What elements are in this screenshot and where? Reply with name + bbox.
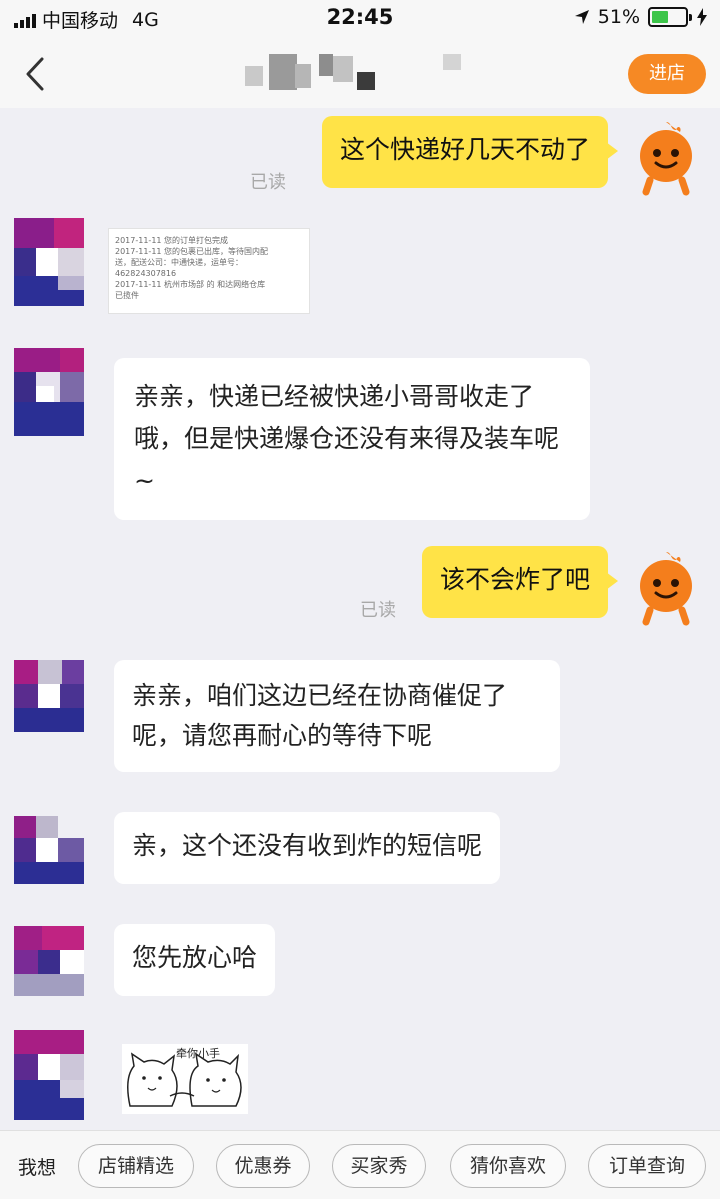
status-right: 51% [574,6,708,28]
battery-fill [652,11,668,23]
back-arrow-icon[interactable] [20,56,52,92]
chip-order-query[interactable]: 订单查询 [588,1144,706,1188]
location-arrow-icon [574,10,589,24]
logistics-line: 2017-11-11 您的订单打包完成 [115,236,229,245]
user-avatar[interactable] [626,116,706,196]
chip-guess-you-like[interactable]: 猜你喜欢 [450,1144,566,1188]
logistics-line: 2017-11-11 您的包裹已出库，等待国内配 [115,247,269,256]
message-bubble-seller[interactable]: 亲亲，快递已经被快递小哥哥收走了哦，但是快递爆仓还没有来得及装车呢~ [114,358,590,520]
seller-avatar[interactable] [14,660,84,732]
enter-store-button[interactable]: 进店 [628,54,706,94]
seller-avatar[interactable] [14,1030,84,1120]
message-bubble-seller[interactable]: 亲亲，咱们这边已经在协商催促了呢，请您再耐心的等待下呢 [114,660,560,772]
quick-reply-bar: 我想 店铺精选 优惠券 买家秀 猜你喜欢 订单查询 [0,1130,720,1199]
quick-reply-label: 我想 [18,1157,57,1179]
message-bubble-mine[interactable]: 该不会炸了吧 [421,546,619,618]
sticker-caption: 牵你小手 [176,1047,220,1060]
seller-avatar[interactable] [14,926,84,996]
avatar-mosaic [14,348,84,436]
avatar-mosaic [14,1030,84,1120]
chat-messages: 已读 这个快递好几天不动了 2017-11-11 您的订单打包完成 2017-1… [0,108,720,1130]
chip-buyer-show[interactable]: 买家秀 [332,1144,426,1188]
chat-header: 进店 [0,40,720,108]
status-bar: 中国移动 4G 22:45 51% [0,0,720,40]
logistics-line: 2017-11-11 杭州市场部 的 和达网络仓库 [115,280,266,289]
avatar-mosaic [14,660,84,732]
battery-icon [648,7,692,27]
store-name-blurred [225,52,475,96]
seller-avatar[interactable] [14,218,84,306]
logistics-line: 已揽件 [115,291,139,300]
avatar-mosaic [14,218,84,306]
message-bubble-seller[interactable]: 亲，这个还没有收到炸的短信呢 [114,812,501,884]
logistics-line: 462824307816 [115,269,177,278]
avatar-mosaic [14,926,84,996]
read-status: 已读 [250,172,286,193]
logistics-screenshot[interactable]: 2017-11-11 您的订单打包完成 2017-11-11 您的包裹已出库，等… [108,228,310,314]
chip-store-picks[interactable]: 店铺精选 [78,1144,194,1188]
seller-avatar[interactable] [14,348,84,436]
charging-icon [697,8,707,26]
read-status: 已读 [360,600,396,621]
message-bubble-mine[interactable]: 这个快递好几天不动了 [321,116,619,188]
cat-sticker[interactable]: 牵你小手 [122,1044,248,1114]
logistics-line: 送，配送公司：中通快递，运单号： [115,258,243,267]
chip-coupons[interactable]: 优惠券 [216,1144,310,1188]
battery-percent: 51% [597,6,640,28]
message-bubble-seller[interactable]: 您先放心哈 [114,924,276,996]
user-avatar[interactable] [626,546,706,626]
avatar-mosaic [14,816,84,884]
seller-avatar[interactable] [14,816,84,884]
